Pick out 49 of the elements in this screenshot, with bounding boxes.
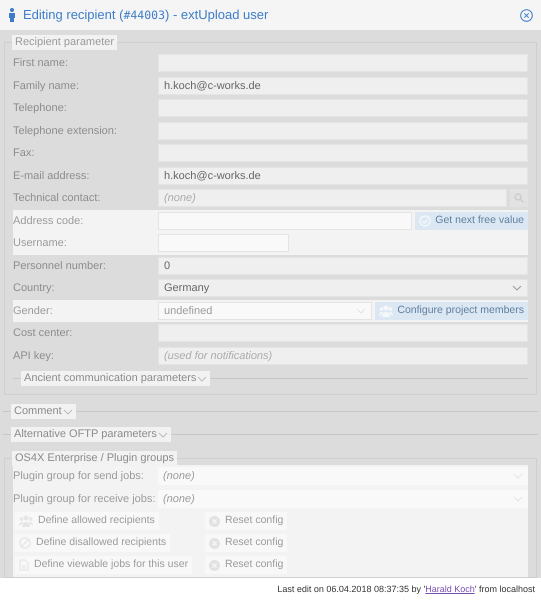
text-field[interactable]: 0 xyxy=(158,256,528,275)
text-field[interactable]: (used for notifications) xyxy=(158,346,528,365)
dropdown[interactable]: Germany xyxy=(158,279,528,298)
field-value: h.koch@c-works.de xyxy=(164,168,261,184)
field-label: Fax: xyxy=(13,146,36,161)
field-placeholder: (used for notifications) xyxy=(164,348,272,364)
fieldset-legend: Recipient parameter xyxy=(12,35,118,50)
chevron-down-icon xyxy=(62,408,73,414)
field-value: Germany xyxy=(164,281,210,296)
field-label: Address code: xyxy=(13,214,84,228)
field-label: Telephone extension: xyxy=(13,124,118,138)
section-toggle[interactable]: Ancient communication parameters xyxy=(21,371,210,386)
field-placeholder: (none) xyxy=(164,191,196,206)
field-label: Username: xyxy=(13,236,68,251)
field-label: API key: xyxy=(13,348,55,364)
field-label: Telephone: xyxy=(13,101,68,116)
chevron-down-icon xyxy=(197,376,208,382)
field-label: Country: xyxy=(13,281,56,296)
search-field[interactable]: (none) xyxy=(158,189,507,208)
field-label: Plugin group for receive jobs: xyxy=(13,492,156,506)
person-icon xyxy=(8,8,16,22)
check-circle-icon xyxy=(419,214,432,227)
field-placeholder: (none) xyxy=(163,492,195,506)
field-label: Plugin group for send jobs: xyxy=(13,469,145,484)
field-label: Personnel number: xyxy=(13,258,107,274)
close-icon[interactable] xyxy=(520,8,533,22)
section-toggle[interactable]: Comment xyxy=(11,404,76,419)
field-label: Gender: xyxy=(13,304,54,318)
field-value: h.koch@c-works.de xyxy=(164,78,261,94)
search-icon xyxy=(514,193,524,204)
section-toggle[interactable]: Alternative OFTP parameters xyxy=(11,427,171,442)
field-value: undefined xyxy=(164,304,212,318)
dialog-title: Editing recipient (#44003) - extUpload user xyxy=(23,6,268,24)
field-label: Family name: xyxy=(13,78,80,94)
text-field[interactable]: h.koch@c-works.de xyxy=(158,166,528,185)
field-label: First name: xyxy=(13,56,70,71)
field-label: E-mail address: xyxy=(13,168,90,184)
field-label: Technical contact: xyxy=(13,191,102,206)
users-icon xyxy=(379,304,394,317)
field-value: 0 xyxy=(164,258,170,274)
field-label: Cost center: xyxy=(13,326,74,341)
chevron-down-icon xyxy=(158,432,168,438)
user-link[interactable]: Harald Koch xyxy=(425,584,475,594)
fieldset-legend: OS4X Enterprise / Plugin groups xyxy=(12,451,177,466)
last-edit-info: Last edit on 06.04.2018 08:37:35 by 'Harald Koch' from localhost xyxy=(277,582,535,596)
search-button[interactable] xyxy=(510,189,528,208)
chevron-down-icon xyxy=(512,285,522,292)
text-field[interactable]: h.koch@c-works.de xyxy=(158,76,528,95)
field-placeholder: (none) xyxy=(163,469,195,484)
